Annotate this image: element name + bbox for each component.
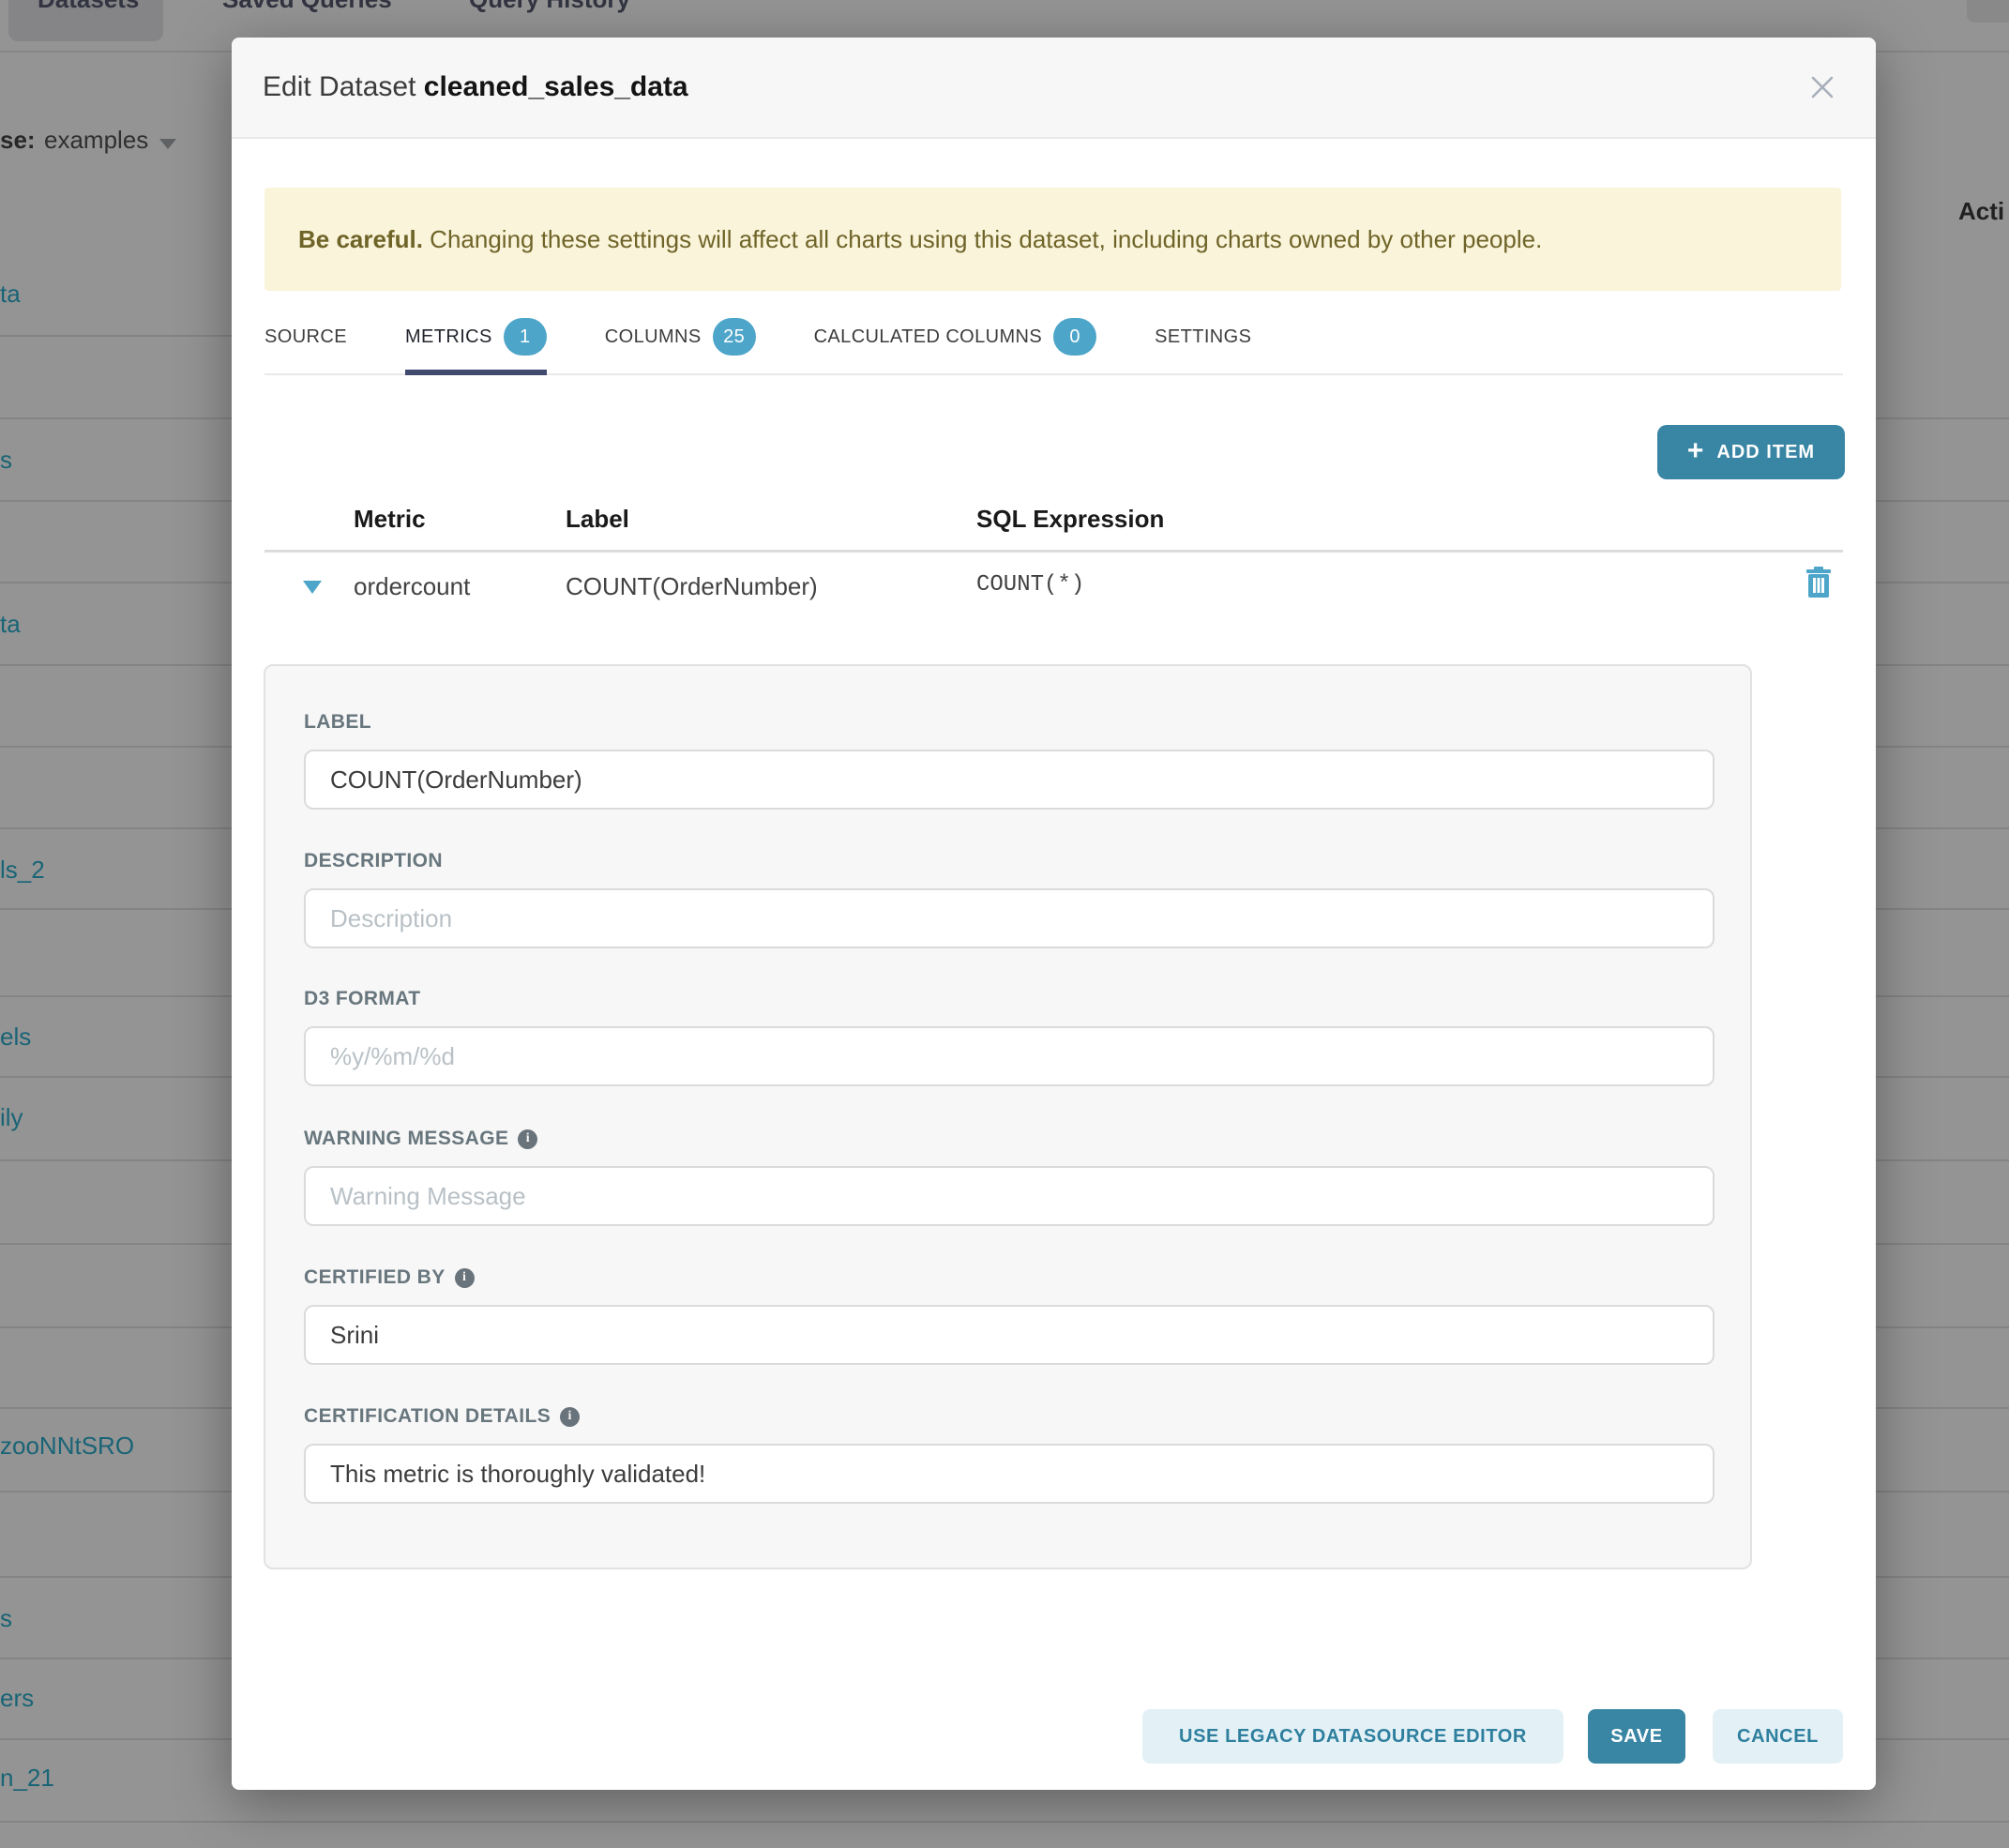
collapse-caret-icon[interactable]: [303, 581, 322, 594]
warning-banner: Be careful. Changing these settings will…: [264, 188, 1841, 291]
metric-label-cell: COUNT(OrderNumber): [566, 572, 818, 601]
label-field-label: LABEL: [304, 711, 371, 734]
d3-format-field-label: D3 FORMAT: [304, 988, 421, 1010]
label-field-label-text: LABEL: [304, 711, 371, 734]
d3-format-input[interactable]: [304, 1026, 1714, 1086]
modal-title: Edit Dataset cleaned_sales_data: [263, 38, 688, 137]
label-input[interactable]: [304, 750, 1714, 810]
warning-message-input[interactable]: [304, 1166, 1714, 1226]
info-icon: i: [560, 1407, 580, 1427]
tab-calculated-columns-count-badge: 0: [1053, 318, 1096, 356]
metric-name-cell: ordercount: [354, 572, 470, 601]
tab-metrics[interactable]: METRICS 1: [405, 315, 547, 358]
tab-metrics-label: METRICS: [405, 326, 492, 348]
add-item-label: ADD ITEM: [1716, 442, 1815, 463]
info-icon: i: [518, 1129, 537, 1149]
warning-message-field-label: WARNING MESSAGE i: [304, 1128, 537, 1150]
modal-title-prefix: Edit Dataset: [263, 71, 415, 102]
tab-metrics-count-badge: 1: [504, 318, 547, 356]
certification-details-input[interactable]: [304, 1444, 1714, 1504]
tab-columns-count-badge: 25: [713, 318, 756, 356]
use-legacy-datasource-editor-button[interactable]: USE LEGACY DATASOURCE EDITOR: [1142, 1709, 1563, 1764]
close-icon[interactable]: [1806, 71, 1838, 103]
tab-source[interactable]: SOURCE: [264, 315, 347, 358]
tab-calculated-columns[interactable]: CALCULATED COLUMNS 0: [814, 315, 1097, 358]
col-header-sql-expression: SQL Expression: [976, 505, 1164, 534]
tab-source-label: SOURCE: [264, 326, 347, 348]
info-icon: i: [455, 1268, 475, 1288]
tab-settings[interactable]: SETTINGS: [1155, 315, 1251, 358]
add-item-button[interactable]: + ADD ITEM: [1657, 425, 1845, 479]
tab-settings-label: SETTINGS: [1155, 326, 1251, 348]
modal-header: Edit Dataset cleaned_sales_data: [232, 38, 1876, 139]
warning-banner-text: Be careful. Changing these settings will…: [298, 188, 1542, 291]
modal-title-dataset-name: cleaned_sales_data: [424, 71, 688, 102]
delete-metric-trash-icon[interactable]: [1805, 566, 1832, 598]
screen: Datasets Saved Queries Query History se:…: [0, 0, 2009, 1848]
certified-by-field-label-text: CERTIFIED BY: [304, 1266, 446, 1289]
modal-tabs: SOURCE METRICS 1 COLUMNS 25 CALCULATED C…: [264, 315, 1843, 375]
description-field-label: DESCRIPTION: [304, 850, 443, 872]
tab-columns-label: COLUMNS: [605, 326, 702, 348]
plus-icon: +: [1687, 437, 1704, 465]
description-field-label-text: DESCRIPTION: [304, 850, 443, 872]
metric-detail-panel: LABEL DESCRIPTION D3 FORMAT WARNING MESS…: [264, 664, 1752, 1569]
tab-columns[interactable]: COLUMNS 25: [605, 315, 756, 358]
description-input[interactable]: [304, 888, 1714, 948]
table-header-divider: [264, 550, 1843, 553]
warning-banner-rest: Changing these settings will affect all …: [423, 225, 1542, 253]
certification-details-field-label-text: CERTIFICATION DETAILS: [304, 1405, 551, 1428]
warning-banner-bold: Be careful.: [298, 225, 423, 253]
d3-format-field-label-text: D3 FORMAT: [304, 988, 421, 1010]
cancel-button[interactable]: CANCEL: [1713, 1709, 1843, 1764]
certified-by-input[interactable]: [304, 1305, 1714, 1365]
edit-dataset-modal: Edit Dataset cleaned_sales_data Be caref…: [232, 38, 1876, 1790]
metric-sql-cell: COUNT(*): [976, 572, 1084, 598]
certification-details-field-label: CERTIFICATION DETAILS i: [304, 1405, 580, 1428]
warning-message-field-label-text: WARNING MESSAGE: [304, 1128, 508, 1150]
col-header-metric: Metric: [354, 505, 426, 534]
col-header-label: Label: [566, 505, 629, 534]
save-button[interactable]: SAVE: [1588, 1709, 1685, 1764]
tab-calculated-columns-label: CALCULATED COLUMNS: [814, 326, 1043, 348]
certified-by-field-label: CERTIFIED BY i: [304, 1266, 475, 1289]
